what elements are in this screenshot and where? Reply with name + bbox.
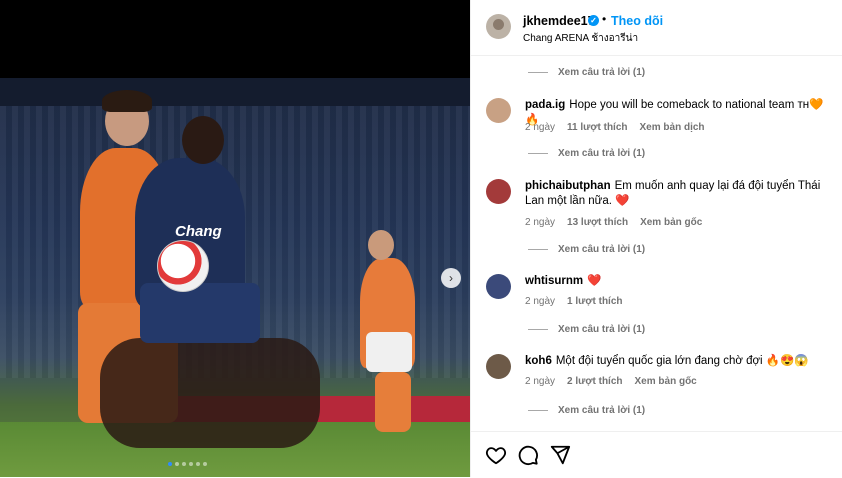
post-header: jkhemdee17 ✓ • Theo dõi Chang ARENA ช้าง… xyxy=(471,0,842,56)
comment-time: 2 ngày xyxy=(525,296,556,307)
comment-meta: 2 ngày 13 lượt thích Xem bản gốc xyxy=(525,217,702,228)
heart-icon[interactable] xyxy=(485,444,507,466)
carousel-dot xyxy=(168,462,172,466)
comment-meta: 2 ngày 1 lượt thích xyxy=(525,296,623,307)
view-replies-button[interactable]: Xem câu trả lời (1) xyxy=(528,67,645,78)
background-player-legs xyxy=(375,372,411,432)
carousel-dot xyxy=(189,462,193,466)
comment-emoji: ❤️ xyxy=(615,195,630,207)
comment-text: whtisurnm ❤️ xyxy=(525,274,835,289)
comment-emoji: ❤️ xyxy=(587,275,602,287)
comment-text: phichaibutphan Em muốn anh quay lại đá độ… xyxy=(525,179,835,209)
reply-line xyxy=(528,249,548,250)
carousel-next-button[interactable]: › xyxy=(441,268,461,288)
comment-likes[interactable]: 11 lượt thích xyxy=(567,122,627,133)
comment-emoji: 🔥😍😱 xyxy=(765,355,809,367)
post-username[interactable]: jkhemdee17 xyxy=(523,14,595,28)
commenter-username[interactable]: whtisurnm xyxy=(525,275,583,287)
background-player-head xyxy=(368,230,394,260)
comments-list[interactable]: Xem câu trả lời (1) pada.ig Hope you will… xyxy=(471,56,842,431)
view-replies-button[interactable]: Xem câu trả lời (1) xyxy=(528,405,645,416)
comment-meta: 2 ngày 11 lượt thích Xem bản dịch xyxy=(525,122,705,133)
view-original-button[interactable]: Xem bản gốc xyxy=(635,376,697,387)
reply-line xyxy=(528,329,548,330)
share-icon[interactable] xyxy=(549,444,571,466)
post-actions-bar xyxy=(471,431,842,478)
reply-line xyxy=(528,72,548,73)
carousel-dot xyxy=(196,462,200,466)
reply-line xyxy=(528,410,548,411)
navy-player-legs xyxy=(100,338,320,448)
reply-line xyxy=(528,153,548,154)
commenter-avatar[interactable] xyxy=(486,98,511,123)
football xyxy=(157,240,209,292)
comment-likes[interactable]: 2 lượt thích xyxy=(567,376,622,387)
view-replies-button[interactable]: Xem câu trả lời (1) xyxy=(528,324,645,335)
post-media: Chang › xyxy=(0,0,470,477)
background-player-shorts xyxy=(366,332,412,372)
orange-player-hair xyxy=(102,90,152,112)
comment-meta: 2 ngày 2 lượt thích Xem bản gốc xyxy=(525,376,697,387)
comment-text: koh6 Một đội tuyển quốc gia lớn đang chờ … xyxy=(525,354,835,369)
navy-player-shorts xyxy=(140,283,260,343)
post-photo[interactable]: Chang xyxy=(0,78,470,477)
verified-badge-icon: ✓ xyxy=(588,15,599,26)
navy-player-head xyxy=(182,116,224,164)
comment-likes[interactable]: 13 lượt thích xyxy=(567,217,628,228)
commenter-avatar[interactable] xyxy=(486,179,511,204)
jersey-sponsor: Chang xyxy=(175,223,222,240)
commenter-username[interactable]: koh6 xyxy=(525,355,552,367)
comment-time: 2 ngày xyxy=(525,376,556,387)
commenter-username[interactable]: phichaibutphan xyxy=(525,180,611,192)
instagram-post-dialog: Chang › jkhemdee17 ✓ • Theo dõi Chang AR… xyxy=(0,0,842,477)
carousel-dot xyxy=(175,462,179,466)
commenter-username[interactable]: pada.ig xyxy=(525,99,565,111)
commenter-avatar[interactable] xyxy=(486,354,511,379)
post-location[interactable]: Chang ARENA ช้างอารีน่า xyxy=(523,31,638,46)
comment-time: 2 ngày xyxy=(525,122,556,133)
carousel-dots xyxy=(168,462,207,466)
translate-button[interactable]: Xem bản dịch xyxy=(640,122,705,133)
chevron-right-icon: › xyxy=(449,271,453,285)
view-original-button[interactable]: Xem bản gốc xyxy=(640,217,702,228)
view-replies-button[interactable]: Xem câu trả lời (1) xyxy=(528,148,645,159)
comment-icon[interactable] xyxy=(517,444,539,466)
avatar[interactable] xyxy=(486,14,511,39)
post-sidebar: jkhemdee17 ✓ • Theo dõi Chang ARENA ช้าง… xyxy=(470,0,842,477)
commenter-avatar[interactable] xyxy=(486,274,511,299)
carousel-dot xyxy=(182,462,186,466)
comment-time: 2 ngày xyxy=(525,217,556,228)
carousel-dot xyxy=(203,462,207,466)
comment-likes[interactable]: 1 lượt thích xyxy=(567,296,622,307)
comment-content: Một đội tuyển quốc gia lớn đang chờ đợi xyxy=(555,355,766,367)
follow-button[interactable]: Theo dõi xyxy=(611,14,663,28)
stadium-roof xyxy=(0,78,470,106)
comment-content: Hope you will be comeback to national te… xyxy=(569,99,798,111)
header-separator: • xyxy=(602,12,607,26)
view-replies-button[interactable]: Xem câu trả lời (1) xyxy=(528,244,645,255)
